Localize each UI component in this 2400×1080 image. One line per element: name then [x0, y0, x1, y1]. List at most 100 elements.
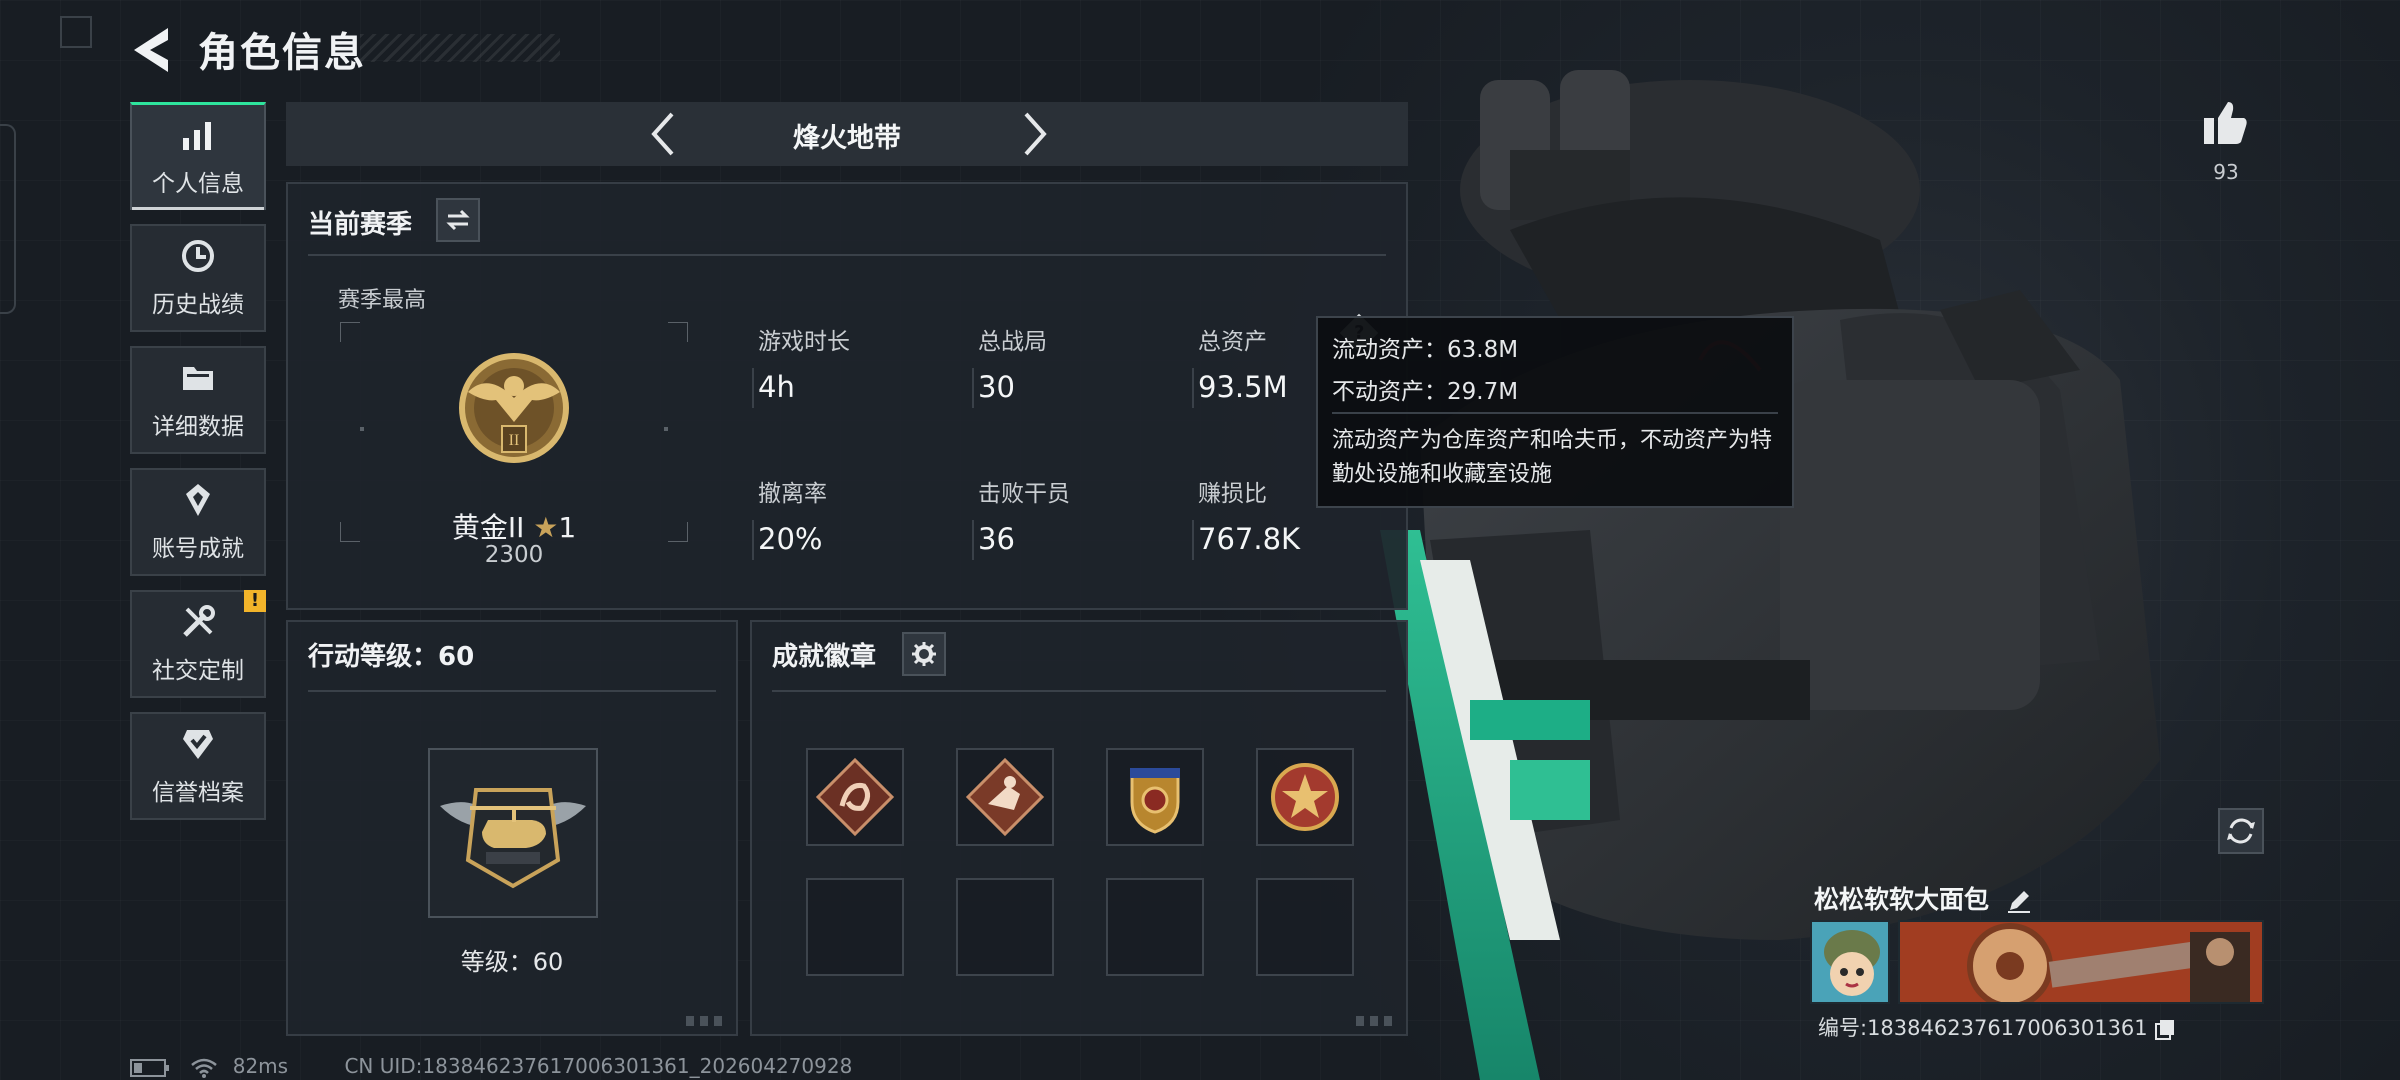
nav-item-personal-info[interactable]: 个人信息 [130, 102, 266, 210]
nav-label: 个人信息 [152, 170, 244, 197]
bar-chart-icon [183, 121, 211, 150]
folder-icon [183, 367, 213, 390]
divider [1192, 520, 1194, 560]
nav-item-credit-record[interactable]: 信誉档案 [130, 712, 266, 820]
divider [308, 690, 716, 692]
level-emblem-frame [428, 748, 598, 918]
mode-selector: 烽火地带 [286, 102, 1408, 166]
badge-slot[interactable] [956, 748, 1054, 846]
status-bar: 82ms CN UID:18384623761700630136​1_20260… [130, 1054, 852, 1079]
next-arrow-icon[interactable] [1008, 108, 1060, 160]
page-title: 角色信息 [198, 30, 366, 76]
stat-operators-defeated: 击败干员 36 [978, 474, 1070, 556]
nav-label: 历史战绩 [152, 292, 244, 318]
badge-slot-empty[interactable] [1256, 878, 1354, 976]
player-id-text: 编号:18384623761700630136​1 [1818, 1016, 2148, 1040]
star-icon: ★ [533, 511, 559, 544]
stat-value: 30 [978, 370, 1015, 404]
swap-arrows-icon [446, 209, 470, 231]
uid-text: CN UID:18384623761700630136​1_2026042709… [344, 1054, 853, 1078]
username-text: 松松软软大面包 [1814, 885, 1990, 914]
badge-slot-empty[interactable] [1106, 878, 1204, 976]
assets-tooltip: 流动资产：63.8M 不动资产：29.7M 流动资产为仓库资产和哈夫币，不动资产… [1316, 316, 1794, 508]
corner-decoration [60, 16, 92, 48]
divider [772, 690, 1386, 692]
rank-emblem-numeral: II [509, 432, 520, 449]
stat-total-assets: 总资产 93.5M [1198, 322, 1288, 404]
badge-settings-button[interactable] [902, 632, 946, 676]
achievement-icon [186, 484, 210, 516]
nav-item-match-history[interactable]: 历史战绩 [130, 224, 266, 332]
back-arrow-icon[interactable] [128, 22, 178, 78]
ping-text: 82ms [232, 1054, 289, 1078]
profile-banner[interactable] [1898, 920, 2264, 1004]
tooltip-fixed-assets: 不动资产：29.7M [1332, 379, 1519, 405]
banner-image [1900, 922, 2262, 1002]
side-nav: 个人信息 历史战绩 详细数据 账号成就 社交定制 ! 信誉档案 [130, 102, 266, 834]
nav-label: 详细数据 [152, 414, 244, 440]
stat-label: 游戏时长 [758, 329, 850, 355]
avatar[interactable] [1810, 920, 1890, 1004]
title-decoration [360, 34, 560, 62]
badge-slot[interactable] [806, 748, 904, 846]
rank-stars: 1 [558, 511, 577, 544]
wifi-icon [191, 1058, 218, 1078]
badges-heading: 成就徽章 [772, 642, 877, 672]
star-medal-badge-icon [1271, 763, 1339, 831]
divider [972, 368, 974, 408]
divider [752, 368, 754, 408]
history-clock-icon [182, 240, 214, 272]
stat-label: 撤离率 [758, 481, 827, 507]
nav-item-social-custom[interactable]: 社交定制 ! [130, 590, 266, 698]
stat-label: 总战局 [978, 329, 1047, 355]
stat-value: 36 [978, 522, 1015, 556]
battery-icon [130, 1058, 169, 1077]
badge-slot[interactable] [1106, 748, 1204, 846]
gold-rank-emblem-icon: II [459, 353, 569, 463]
action-level-panel: 行动等级：60 等级：60 [286, 620, 738, 1036]
like-count: 93 [2213, 160, 2239, 184]
rank-name: 黄金II [451, 511, 525, 544]
avatar-image [1812, 922, 1888, 1002]
divider [752, 520, 754, 560]
stat-value: 93.5M [1198, 370, 1288, 404]
nav-label: 信誉档案 [152, 780, 244, 806]
divider [972, 520, 974, 560]
badge-slot[interactable] [1256, 748, 1354, 846]
nav-item-achievements[interactable]: 账号成就 [130, 468, 266, 576]
season-best-label: 赛季最高 [338, 288, 427, 313]
nav-item-detailed-data[interactable]: 详细数据 [130, 346, 266, 454]
shield-badge-icon [1130, 768, 1180, 834]
level-text: 等级：60 [460, 948, 564, 976]
tooltip-description: 流动资产为仓库资产和哈夫币，不动资产为特勤处设施和收藏室设施 [1332, 428, 1773, 487]
badge-slot-empty[interactable] [956, 878, 1054, 976]
panel-corner-decoration [686, 1016, 726, 1026]
stat-value: 20% [758, 522, 823, 556]
username: 松松软软大面包 [1814, 880, 2032, 916]
stat-extract-rate: 撤离率 20% [758, 474, 827, 556]
helicopter-emblem-icon [440, 788, 586, 889]
stat-label: 击败干员 [978, 481, 1070, 507]
rank-name-row: 黄金II ★1 [340, 506, 688, 546]
soldier-badge-icon [965, 757, 1045, 837]
action-level-heading: 行动等级：60 [308, 642, 475, 672]
warning-badge: ! [244, 590, 266, 612]
thumbs-up-icon[interactable] [2200, 98, 2250, 148]
season-panel: 当前赛季 赛季最高 II 黄金II ★1 2300 游戏时长 4h 总战局 30… [286, 182, 1408, 610]
player-id: 编号:18384623761700630136​1 [1818, 1012, 2176, 1042]
nav-label: 账号成就 [152, 536, 244, 562]
tools-icon [183, 605, 215, 637]
edit-pencil-icon[interactable] [2006, 888, 2032, 914]
stat-label: 总资产 [1198, 329, 1267, 355]
badge-slot-empty[interactable] [806, 878, 904, 976]
copy-icon[interactable] [2154, 1018, 2176, 1040]
stat-total-matches: 总战局 30 [978, 322, 1047, 404]
mode-title: 烽火地带 [793, 123, 901, 154]
refresh-button[interactable] [2218, 808, 2264, 854]
tooltip-liquid-assets: 流动资产：63.8M [1332, 337, 1519, 363]
stat-label: 赚损比 [1198, 481, 1267, 507]
switch-season-button[interactable] [436, 198, 480, 242]
achievement-badges-panel: 成就徽章 [750, 620, 1408, 1036]
nav-label: 社交定制 [152, 658, 244, 684]
gear-icon [912, 642, 936, 666]
